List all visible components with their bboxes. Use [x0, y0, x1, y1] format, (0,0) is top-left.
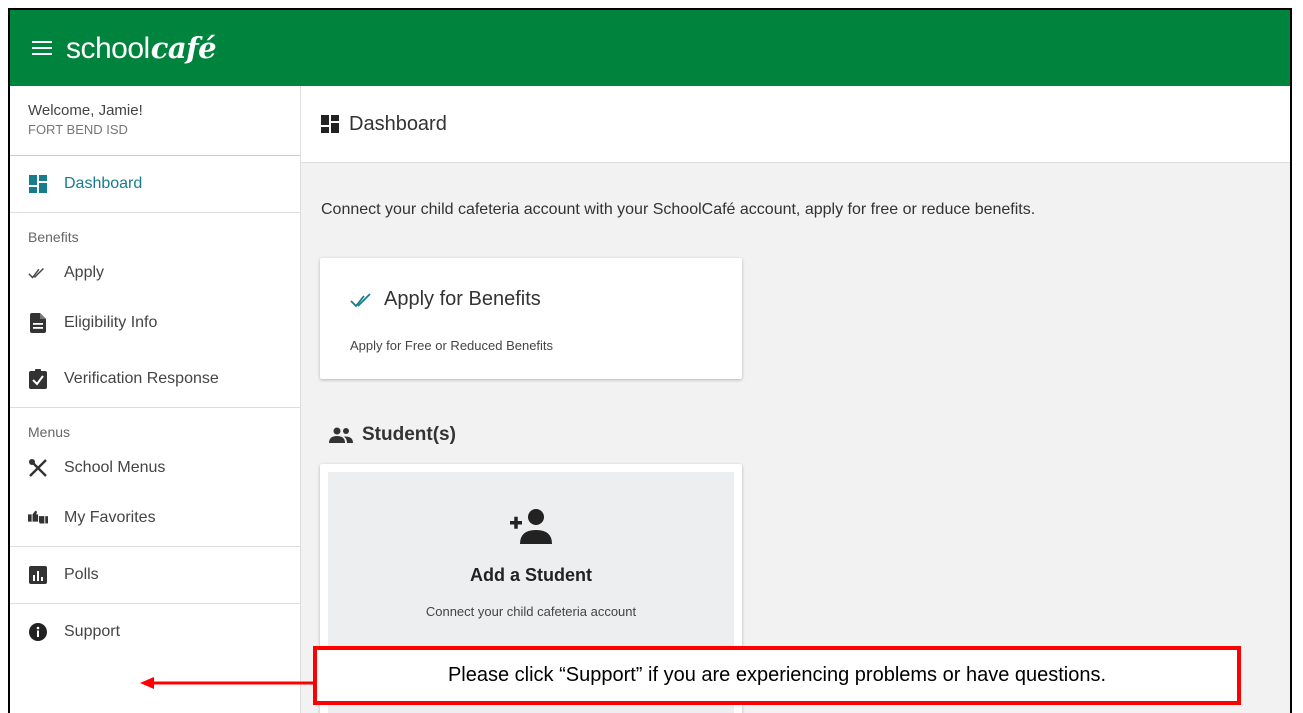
- sidebar-item-support[interactable]: Support: [10, 604, 300, 660]
- logo-text-bold: café: [150, 30, 217, 65]
- apply-card-subtitle: Apply for Free or Reduced Benefits: [350, 338, 554, 353]
- document-icon: [28, 313, 48, 333]
- add-student-subtitle: Connect your child cafeteria account: [425, 604, 637, 619]
- sidebar-item-favorites[interactable]: My Favorites: [10, 490, 300, 546]
- thumbs-icon: [28, 508, 48, 528]
- utensils-icon: [28, 458, 48, 478]
- sidebar-item-label: Eligibility Info: [64, 314, 158, 331]
- sidebar-item-label: Apply: [64, 264, 105, 281]
- students-heading: Student(s): [329, 424, 456, 446]
- sidebar-item-label: Support: [64, 623, 121, 640]
- main-content: Dashboard Connect your child cafeteria a…: [301, 86, 1290, 713]
- welcome-panel: Welcome, Jamie! FORT BEND ISD: [10, 86, 300, 156]
- students-heading-text: Student(s): [362, 424, 456, 445]
- sidebar-item-label: Polls: [64, 566, 99, 583]
- section-menus: Menus: [28, 424, 71, 440]
- sidebar: Welcome, Jamie! FORT BEND ISD Dashboard …: [10, 86, 301, 713]
- sidebar-item-label: School Menus: [64, 459, 166, 476]
- logo-text: school: [66, 31, 150, 65]
- clipboard-check-icon: [28, 369, 48, 389]
- schoolcafe-logo[interactable]: school café: [66, 30, 217, 66]
- dashboard-icon: [28, 174, 48, 194]
- page-title: Dashboard: [349, 112, 447, 135]
- sidebar-item-label: Verification Response: [64, 370, 219, 387]
- people-icon: [329, 427, 353, 443]
- support-callout: Please click “Support” if you are experi…: [313, 646, 1241, 705]
- apply-card-title-text: Apply for Benefits: [384, 288, 541, 310]
- add-person-icon: [328, 508, 734, 544]
- page-header: Dashboard: [301, 86, 1290, 163]
- district-name: FORT BEND ISD: [28, 122, 128, 137]
- section-benefits: Benefits: [28, 229, 79, 245]
- sidebar-item-polls[interactable]: Polls: [10, 547, 300, 603]
- apply-card-title: Apply for Benefits: [350, 288, 541, 311]
- hamburger-menu-icon[interactable]: [32, 41, 52, 55]
- sidebar-item-verification[interactable]: Verification Response: [10, 351, 300, 407]
- double-check-icon: [28, 263, 48, 283]
- sidebar-item-label: My Favorites: [64, 509, 156, 526]
- sidebar-item-eligibility[interactable]: Eligibility Info: [10, 295, 300, 351]
- sidebar-item-label: Dashboard: [64, 175, 143, 192]
- top-bar: school café: [10, 10, 1290, 86]
- app-window: school café Welcome, Jamie! FORT BEND ISD…: [8, 8, 1292, 713]
- intro-text: Connect your child cafeteria account wit…: [321, 201, 1036, 218]
- sidebar-item-apply[interactable]: Apply: [10, 251, 300, 295]
- add-student-title: Add a Student: [470, 565, 592, 585]
- double-check-icon: [350, 292, 371, 307]
- sidebar-item-dashboard[interactable]: Dashboard: [10, 156, 300, 212]
- apply-benefits-card[interactable]: Apply for Benefits Apply for Free or Red…: [320, 258, 742, 379]
- info-icon: [28, 622, 48, 642]
- callout-arrow: [140, 677, 315, 689]
- bar-chart-icon: [28, 565, 48, 585]
- welcome-text: Welcome, Jamie!: [28, 102, 143, 119]
- dashboard-icon: [321, 115, 339, 133]
- sidebar-item-school-menus[interactable]: School Menus: [10, 446, 300, 490]
